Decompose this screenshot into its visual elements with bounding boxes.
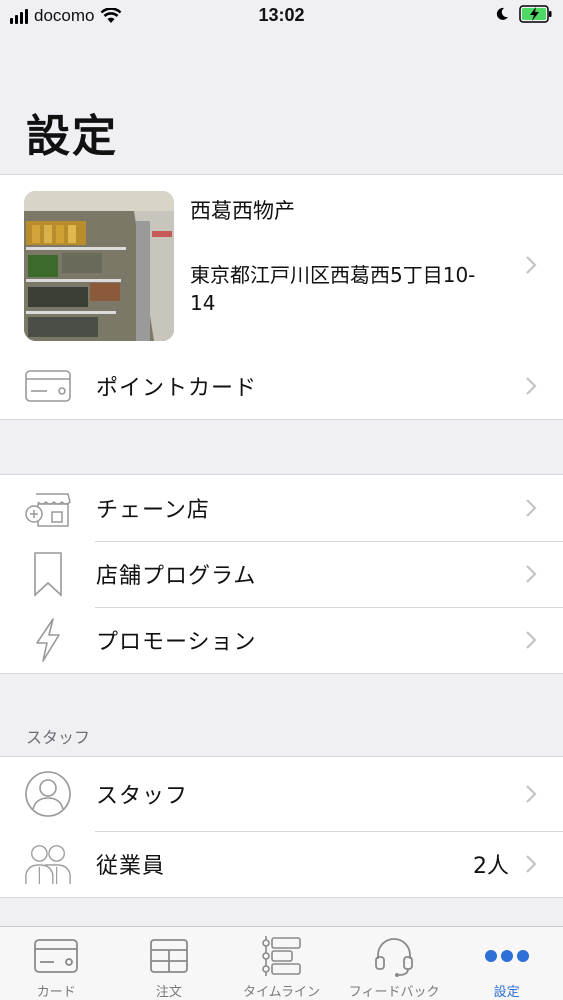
tab-settings[interactable]: 設定 bbox=[450, 927, 563, 1000]
lightning-icon bbox=[24, 616, 72, 664]
card-icon bbox=[33, 935, 79, 977]
employees-icon bbox=[24, 840, 72, 888]
tab-feedback[interactable]: フィードバック bbox=[338, 927, 451, 1000]
store-name: 西葛西物产 bbox=[190, 199, 295, 223]
chevron-right-icon bbox=[526, 565, 537, 583]
point-card-row[interactable]: ポイントカード bbox=[0, 353, 563, 419]
chain-store-row[interactable]: チェーン店 bbox=[0, 475, 563, 541]
store-photo bbox=[24, 191, 174, 341]
tab-orders-label: 注文 bbox=[155, 985, 182, 1000]
card-icon bbox=[24, 362, 72, 410]
chain-store-label: チェーン店 bbox=[96, 498, 210, 523]
chevron-right-icon bbox=[526, 855, 537, 873]
chevron-right-icon bbox=[526, 499, 537, 517]
employee-count: 2人 bbox=[473, 854, 509, 879]
staff-group: スタッフ 従業員 2人 bbox=[0, 756, 563, 898]
store-program-row[interactable]: 店舗プログラム bbox=[0, 541, 563, 607]
chevron-right-icon bbox=[526, 377, 537, 395]
tab-orders[interactable]: 注文 bbox=[113, 927, 226, 1000]
status-bar: docomo 13:02 bbox=[0, 0, 563, 32]
store-add-icon bbox=[24, 484, 72, 532]
staff-label: スタッフ bbox=[96, 784, 189, 809]
headset-icon bbox=[371, 935, 417, 977]
store-row[interactable]: 西葛西物产 東京都江戸川区西葛西5丁目10-14 bbox=[0, 175, 563, 353]
tab-timeline-label: タイムライン bbox=[242, 985, 321, 1000]
staff-section-header: スタッフ bbox=[26, 728, 91, 747]
store-address: 東京都江戸川区西葛西5丁目10-14 bbox=[190, 263, 476, 315]
tab-timeline[interactable]: タイムライン bbox=[225, 927, 338, 1000]
user-circle-icon bbox=[24, 770, 72, 818]
store-group: 西葛西物产 東京都江戸川区西葛西5丁目10-14 ポイントカード bbox=[0, 174, 563, 420]
store-settings-group: チェーン店 店舗プログラム プロモーション bbox=[0, 474, 563, 674]
status-time: 13:02 bbox=[258, 5, 305, 25]
table-icon bbox=[146, 935, 192, 977]
battery-charging-icon bbox=[519, 5, 552, 23]
chevron-right-icon bbox=[526, 785, 537, 803]
chevron-right-icon bbox=[526, 631, 537, 649]
more-dots-icon bbox=[484, 935, 530, 977]
timeline-icon bbox=[258, 935, 304, 977]
promotion-row[interactable]: プロモーション bbox=[0, 607, 563, 673]
tab-bar: カード 注文 タイムライン フィードバック 設定 bbox=[0, 926, 563, 1000]
tab-settings-label: 設定 bbox=[493, 985, 520, 1000]
tab-feedback-label: フィードバック bbox=[348, 985, 440, 1000]
tab-card-label: カード bbox=[36, 985, 76, 1000]
staff-row[interactable]: スタッフ bbox=[0, 757, 563, 831]
store-program-label: 店舗プログラム bbox=[96, 564, 257, 589]
page-title: 設定 bbox=[26, 111, 118, 162]
moon-icon bbox=[496, 7, 508, 20]
tab-card[interactable]: カード bbox=[0, 927, 113, 1000]
bookmark-icon bbox=[24, 550, 72, 598]
employees-label: 従業員 bbox=[96, 854, 166, 879]
promotion-label: プロモーション bbox=[96, 630, 257, 655]
chevron-right-icon bbox=[526, 256, 537, 274]
point-card-label: ポイントカード bbox=[96, 376, 258, 401]
employees-row[interactable]: 従業員 2人 bbox=[0, 831, 563, 897]
